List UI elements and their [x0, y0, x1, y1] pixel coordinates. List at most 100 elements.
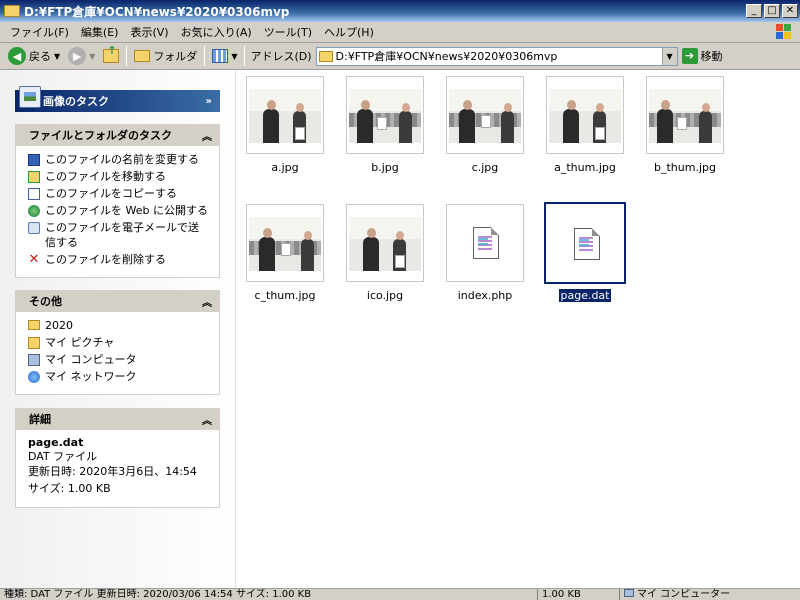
- place-my-computer[interactable]: マイ コンピュータ: [28, 352, 209, 367]
- task-rename[interactable]: このファイルの名前を変更する: [28, 152, 209, 167]
- menu-bar: ファイル(F) 編集(E) 表示(V) お気に入り(A) ツール(T) ヘルプ(…: [0, 22, 800, 43]
- task-label: このファイルをコピーする: [45, 187, 177, 200]
- move-icon: [28, 171, 40, 183]
- task-label: このファイルの名前を変更する: [45, 153, 199, 166]
- place-label: マイ ネットワーク: [45, 370, 137, 383]
- menu-edit[interactable]: 編集(E): [75, 24, 125, 40]
- file-name: index.php: [457, 289, 513, 302]
- rename-icon: [28, 154, 40, 166]
- task-web-publish[interactable]: このファイルを Web に公開する: [28, 203, 209, 218]
- file-item-b-thum-jpg[interactable]: b_thum.jpg: [635, 76, 735, 174]
- address-bar[interactable]: D:¥FTP倉庫¥OCN¥news¥2020¥0306mvp ▼: [315, 46, 678, 66]
- file-tasks-header[interactable]: ファイルとフォルダのタスク ︽: [15, 124, 220, 146]
- folders-label: フォルダ: [153, 50, 198, 63]
- address-input[interactable]: D:¥FTP倉庫¥OCN¥news¥2020¥0306mvp: [336, 48, 662, 64]
- task-delete[interactable]: ✕ このファイルを削除する: [28, 252, 209, 267]
- photo-thumbnail: [546, 76, 624, 154]
- toolbar-separator: [244, 46, 246, 66]
- maximize-button[interactable]: □: [764, 4, 780, 18]
- toolbar-separator: [126, 46, 128, 66]
- expand-chevron-icon[interactable]: »: [206, 96, 212, 107]
- folder-icon: [28, 320, 40, 330]
- place-label: マイ ピクチャ: [45, 336, 115, 349]
- file-name: page.dat: [559, 289, 611, 302]
- photo-thumbnail: [346, 204, 424, 282]
- document-thumbnail: [446, 204, 524, 282]
- task-move[interactable]: このファイルを移動する: [28, 169, 209, 184]
- other-places-panel: その他 ︽ 2020 マイ ピクチャ マイ コンピュータ マイ ネットワーク: [15, 290, 220, 395]
- menu-file[interactable]: ファイル(F): [4, 24, 75, 40]
- place-my-pictures[interactable]: マイ ピクチャ: [28, 335, 209, 350]
- go-arrow-icon: ➔: [681, 48, 698, 64]
- image-tasks-header[interactable]: 画像のタスク »: [15, 86, 220, 112]
- file-item-page-dat[interactable]: page.dat: [535, 202, 635, 302]
- task-label: このファイルを電子メールで送信する: [45, 221, 199, 249]
- delete-icon: ✕: [28, 252, 40, 267]
- file-tasks-panel: ファイルとフォルダのタスク ︽ このファイルの名前を変更する このファイルを移動…: [15, 124, 220, 278]
- status-location: マイ コンピューター: [620, 589, 800, 600]
- windows-logo-icon: [776, 24, 792, 40]
- back-label: 戻る: [29, 50, 51, 63]
- my-computer-icon: [28, 354, 40, 366]
- photo-thumbnail: [346, 76, 424, 154]
- window-title: D:¥FTP倉庫¥OCN¥news¥2020¥0306mvp: [24, 4, 290, 19]
- photo-thumbnail: [246, 76, 324, 154]
- task-label: このファイルを削除する: [45, 253, 166, 266]
- detail-file-type: DAT ファイル: [28, 450, 98, 463]
- up-button[interactable]: ↑: [99, 44, 123, 67]
- other-places-title: その他: [29, 295, 62, 308]
- menu-view[interactable]: 表示(V): [124, 24, 174, 40]
- task-pane: 画像のタスク » ファイルとフォルダのタスク ︽ このファイルの名前を変更する …: [0, 70, 236, 588]
- close-button[interactable]: ✕: [782, 4, 798, 18]
- address-dropdown-icon[interactable]: ▼: [661, 47, 677, 65]
- collapse-chevron-icon[interactable]: ︽: [202, 412, 212, 427]
- document-thumbnail: [544, 202, 626, 284]
- file-item-a-thum-jpg[interactable]: a_thum.jpg: [535, 76, 635, 174]
- file-item-c-jpg[interactable]: c.jpg: [435, 76, 535, 174]
- menu-favorites[interactable]: お気に入り(A): [175, 24, 258, 40]
- details-header[interactable]: 詳細 ︽: [15, 408, 220, 430]
- forward-button[interactable]: ▶ ▼: [64, 45, 99, 67]
- file-item-b-jpg[interactable]: b.jpg: [335, 76, 435, 174]
- document-icon: [574, 228, 600, 260]
- file-item-c-thum-jpg[interactable]: c_thum.jpg: [235, 204, 335, 302]
- file-name: c_thum.jpg: [254, 289, 316, 302]
- file-item-a-jpg[interactable]: a.jpg: [235, 76, 335, 174]
- task-email[interactable]: このファイルを電子メールで送信する: [28, 220, 209, 250]
- menu-tools[interactable]: ツール(T): [258, 24, 318, 40]
- status-bar: 種類: DAT ファイル 更新日時: 2020/03/06 14:54 サイズ:…: [0, 588, 800, 600]
- back-button[interactable]: ◀ 戻る ▼: [4, 45, 64, 67]
- details-panel: 詳細 ︽ page.dat DAT ファイル 更新日時: 2020年3月6日、1…: [15, 408, 220, 508]
- file-name: a_thum.jpg: [554, 161, 616, 174]
- other-places-header[interactable]: その他 ︽: [15, 290, 220, 312]
- file-item-ico-jpg[interactable]: ico.jpg: [335, 204, 435, 302]
- file-item-index-php[interactable]: index.php: [435, 204, 535, 302]
- collapse-chevron-icon[interactable]: ︽: [202, 294, 212, 309]
- collapse-chevron-icon[interactable]: ︽: [202, 128, 212, 143]
- details-title: 詳細: [29, 413, 51, 426]
- title-bar: D:¥FTP倉庫¥OCN¥news¥2020¥0306mvp _ □ ✕: [0, 0, 800, 22]
- place-2020[interactable]: 2020: [28, 318, 209, 333]
- address-label: アドレス(D): [250, 50, 312, 63]
- document-icon: [473, 227, 499, 259]
- my-computer-icon: [624, 589, 634, 597]
- go-button[interactable]: ➔ 移動: [681, 48, 723, 64]
- menu-help[interactable]: ヘルプ(H): [318, 24, 380, 40]
- place-my-network[interactable]: マイ ネットワーク: [28, 369, 209, 384]
- folder-icon: [4, 5, 20, 17]
- detail-file-name: page.dat: [28, 436, 84, 449]
- place-label: マイ コンピュータ: [45, 353, 137, 366]
- views-button[interactable]: ▼: [208, 45, 241, 67]
- forward-arrow-icon: ▶: [68, 47, 87, 65]
- task-copy[interactable]: このファイルをコピーする: [28, 186, 209, 201]
- go-label: 移動: [700, 50, 723, 63]
- file-name: c.jpg: [471, 161, 499, 174]
- file-view: a.jpg b.jpg c.jpg a_thum.jpg b_thum.jpg …: [236, 70, 800, 588]
- other-places-list: 2020 マイ ピクチャ マイ コンピュータ マイ ネットワーク: [15, 312, 220, 395]
- file-name: ico.jpg: [366, 289, 404, 302]
- folders-button[interactable]: フォルダ: [130, 45, 201, 67]
- address-folder-icon: [318, 50, 333, 62]
- detail-modified: 更新日時: 2020年3月6日、14:54: [28, 465, 197, 478]
- minimize-button[interactable]: _: [746, 4, 762, 18]
- status-size: 1.00 KB: [538, 589, 620, 600]
